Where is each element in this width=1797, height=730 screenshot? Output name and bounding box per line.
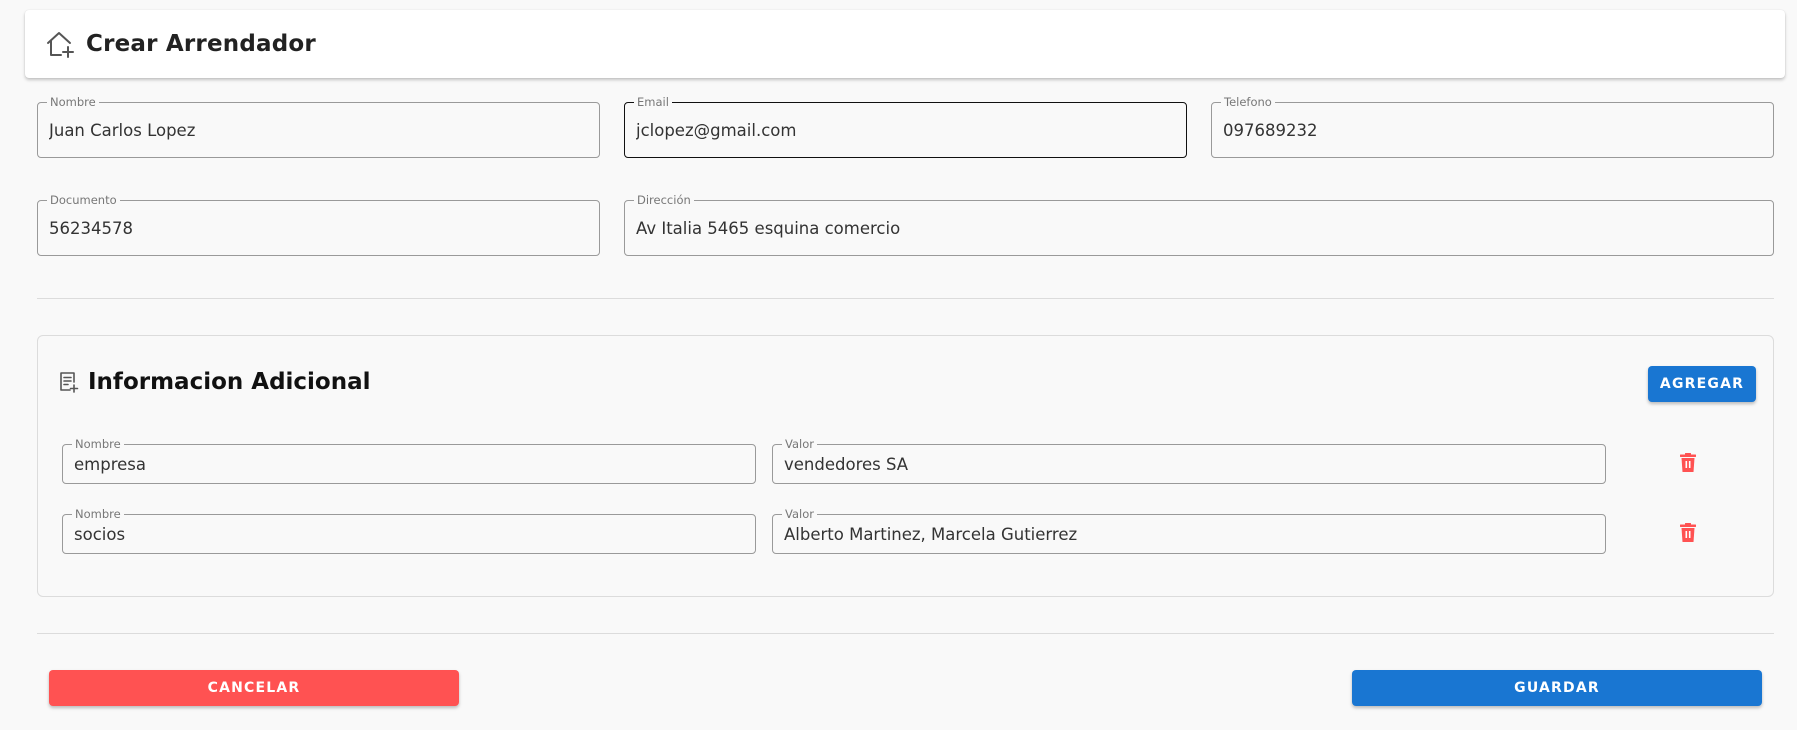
additional-info-panel: Informacion Adicional AGREGAR Nombre emp…: [37, 335, 1774, 597]
page-header: Crear Arrendador: [25, 10, 1785, 78]
additional-info-header: Informacion Adicional: [56, 369, 371, 395]
nombre-field[interactable]: Nombre Juan Carlos Lopez: [37, 95, 600, 158]
email-field[interactable]: Email jclopez@gmail.com: [624, 95, 1187, 158]
note-plus-icon: [56, 370, 80, 394]
info-row-2-value-input[interactable]: Alberto Martinez, Marcela Gutierrez: [784, 515, 1595, 553]
info-row-2-value-field[interactable]: Valor Alberto Martinez, Marcela Gutierre…: [772, 507, 1606, 554]
telefono-input[interactable]: 097689232: [1223, 103, 1763, 157]
divider-bottom: [37, 633, 1774, 634]
delete-row-2-trash-icon[interactable]: [1679, 523, 1697, 543]
info-row-1-name-field[interactable]: Nombre empresa: [62, 437, 756, 484]
documento-input[interactable]: 56234578: [49, 201, 589, 255]
divider-top: [37, 298, 1774, 299]
nombre-input[interactable]: Juan Carlos Lopez: [49, 103, 589, 157]
save-button[interactable]: GUARDAR: [1352, 670, 1762, 706]
page-title: Crear Arrendador: [86, 31, 316, 57]
telefono-field[interactable]: Telefono 097689232: [1211, 95, 1774, 158]
page: Crear Arrendador Nombre Juan Carlos Lope…: [0, 0, 1797, 730]
email-input[interactable]: jclopez@gmail.com: [636, 103, 1176, 157]
documento-field[interactable]: Documento 56234578: [37, 193, 600, 256]
direccion-field[interactable]: Dirección Av Italia 5465 esquina comerci…: [624, 193, 1774, 256]
info-row-2-name-input[interactable]: socios: [74, 515, 745, 553]
info-row-2-name-field[interactable]: Nombre socios: [62, 507, 756, 554]
add-button[interactable]: AGREGAR: [1648, 366, 1756, 402]
direccion-input[interactable]: Av Italia 5465 esquina comercio: [636, 201, 1763, 255]
info-row-1-value-field[interactable]: Valor vendedores SA: [772, 437, 1606, 484]
additional-info-title: Informacion Adicional: [88, 369, 371, 395]
delete-row-1-trash-icon[interactable]: [1679, 453, 1697, 473]
info-row-1-value-input[interactable]: vendedores SA: [784, 445, 1595, 483]
home-plus-icon: [44, 28, 76, 60]
info-row-1-name-input[interactable]: empresa: [74, 445, 745, 483]
cancel-button[interactable]: CANCELAR: [49, 670, 459, 706]
